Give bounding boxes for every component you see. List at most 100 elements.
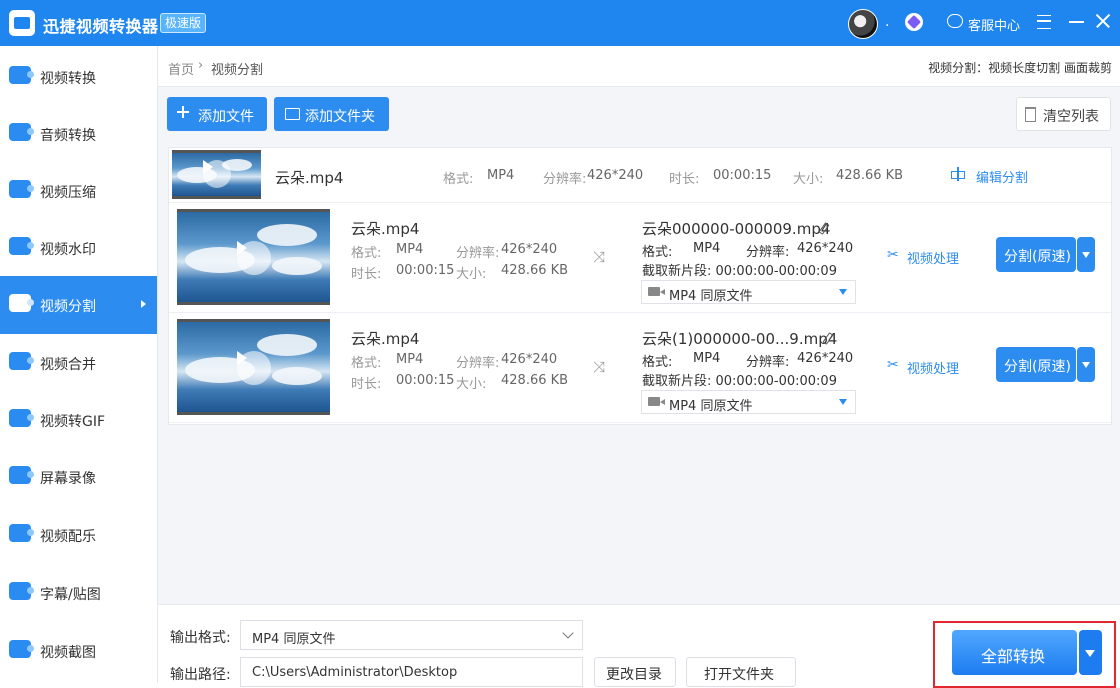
output-format-label: 格式: [642,355,673,370]
source-file-name: 云朵.mp4 [351,220,420,238]
format-label: 格式: [351,356,382,371]
split-dropdown-button[interactable] [1077,237,1095,272]
minimize-icon[interactable] [1069,21,1084,23]
segment-row: 云朵.mp4 格式: MP4 分辨率: 426*240 时长: 00:00:15… [169,204,1111,313]
size-value: 428.66 KB [501,263,569,278]
sidebar-item-video-split[interactable]: 视频分割 [0,276,157,334]
menu-icon[interactable] [1037,15,1051,29]
chevron-down-icon [562,627,574,639]
output-format-label: 输出格式: [170,630,231,646]
scissors-icon[interactable]: ✂ [887,248,901,262]
sidebar-item-screen-record[interactable]: 屏幕录像 [0,448,157,506]
feature-description: 视频分割：视频长度切割 画面裁剪 [928,61,1112,75]
sidebar-item-label: 视频转GIF [40,414,106,430]
split-button[interactable]: 分割(原速) [996,237,1076,272]
segment-format-select[interactable]: MP4 同原文件 [641,280,856,304]
size-label: 大小: [456,377,487,392]
output-resolution-label: 分辨率: [746,245,790,260]
edit-split-icon[interactable] [950,167,966,181]
shuffle-icon: ⤨ [593,248,606,266]
convert-all-label: 全部转换 [981,647,1046,666]
play-icon[interactable] [237,351,271,385]
video-icon [648,287,665,296]
plus-icon [177,106,189,118]
video-thumbnail [172,150,261,199]
output-format-select[interactable]: MP4 同原文件 [240,620,583,650]
output-file-name: 云朵000000-000009.mp4 [642,220,831,238]
segment-format-select[interactable]: MP4 同原文件 [641,390,856,414]
output-file-name: 云朵(1)000000-00...9.mp4 [642,330,838,348]
change-directory-label: 更改目录 [606,667,662,683]
app-title: 迅捷视频转换器 [43,17,159,36]
sidebar-item-label: 屏幕录像 [40,471,96,487]
breadcrumb-separator: › [198,58,204,73]
size-value: 428.66 KB [501,373,569,388]
scissors-icon[interactable]: ✂ [887,358,901,372]
format-value: MP4 [396,352,424,367]
format-label: 格式: [443,172,474,187]
folder-icon [285,108,300,120]
headset-icon[interactable] [947,14,963,28]
sidebar-item-add-music[interactable]: 视频配乐 [0,506,157,564]
sidebar-item-label: 字幕/贴图 [40,587,101,603]
output-resolution-value: 426*240 [797,241,854,256]
output-resolution-label: 分辨率: [746,355,790,370]
breadcrumb-home[interactable]: 首页 [168,59,194,78]
video-process-link[interactable]: 视频处理 [907,358,959,377]
sidebar-item-subtitle-sticker[interactable]: 字幕/贴图 [0,564,157,622]
caret-down-icon [839,289,847,295]
convert-all-button[interactable]: 全部转换 [952,630,1077,675]
duration-value: 00:00:15 [396,373,455,388]
segment-format-value: MP4 同原文件 [669,399,753,414]
close-icon[interactable] [1094,12,1112,30]
play-icon[interactable] [237,241,271,275]
sidebar-item-label: 音频转换 [40,128,96,144]
split-button[interactable]: 分割(原速) [996,347,1076,382]
add-file-label: 添加文件 [198,109,254,125]
customer-service-link[interactable]: 客服中心 [968,15,1020,34]
convert-dropdown-button[interactable] [1079,630,1102,675]
active-arrow-icon [141,300,146,308]
sidebar-item-video-convert[interactable]: 视频转换 [0,48,157,106]
vip-icon[interactable] [905,13,923,31]
clear-list-label: 清空列表 [1043,109,1099,125]
sidebar-item-label: 视频截图 [40,645,96,661]
add-file-button[interactable]: 添加文件 [167,97,267,131]
sidebar-item-video-to-gif[interactable]: 视频转GIF [0,391,157,449]
gif-icon [9,409,34,427]
output-format-value: MP4 [693,241,721,256]
clear-list-button[interactable]: 清空列表 [1016,97,1111,131]
video-process-link[interactable]: 视频处理 [907,248,959,267]
size-label: 大小: [456,267,487,282]
username-dot: . [885,14,890,30]
sidebar-item-video-screenshot[interactable]: 视频截图 [0,622,157,680]
clip-range: 截取新片段: 00:00:00-00:00:09 [642,264,837,279]
sidebar-item-audio-convert[interactable]: 音频转换 [0,105,157,163]
resolution-label: 分辨率: [543,172,587,187]
format-label: 格式: [351,246,382,261]
sidebar-item-video-merge[interactable]: 视频合并 [0,334,157,392]
output-resolution-value: 426*240 [797,351,854,366]
resolution-value: 426*240 [587,168,644,183]
edit-split-link[interactable]: 编辑分割 [976,167,1028,186]
open-folder-label: 打开文件夹 [704,667,774,683]
sidebar-item-label: 视频配乐 [40,529,96,545]
edition-badge: 极速版 [160,13,207,33]
sidebar-item-label: 视频压缩 [40,185,96,201]
audio-convert-icon [9,123,34,141]
sidebar-item-watermark[interactable]: 视频水印 [0,219,157,277]
parent-file-row[interactable]: 云朵.mp4 格式: MP4 分辨率: 426*240 时长: 00:00:15… [169,148,1111,203]
play-icon[interactable] [203,160,231,188]
sidebar-item-label: 视频合并 [40,357,96,373]
output-format-label: 格式: [642,245,673,260]
breadcrumb-current: 视频分割 [211,63,264,78]
duration-label: 时长: [669,172,700,187]
add-folder-button[interactable]: 添加文件夹 [274,97,389,131]
avatar[interactable] [848,9,878,39]
output-path-label: 输出路径: [170,667,231,683]
split-dropdown-button[interactable] [1077,347,1095,382]
caret-down-icon [839,399,847,405]
watermark-icon [9,237,34,255]
video-thumbnail [177,209,330,305]
sidebar-item-video-compress[interactable]: 视频压缩 [0,162,157,220]
